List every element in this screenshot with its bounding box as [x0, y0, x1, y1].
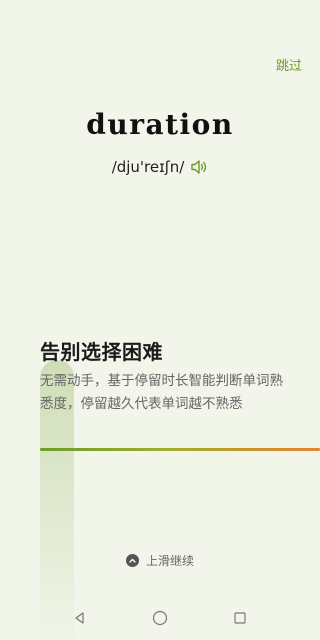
home-icon[interactable]: [148, 606, 172, 630]
chevron-up-icon: [125, 554, 139, 567]
vocabulary-word: duration: [86, 108, 234, 141]
swipe-label: 上滑继续: [145, 554, 194, 568]
skip-button[interactable]: 跳过: [276, 55, 302, 74]
speaker-icon[interactable]: [190, 159, 208, 175]
feature-headline: 告别选择困难: [40, 340, 163, 364]
recents-icon[interactable]: [228, 606, 252, 630]
system-navigation-bar: [0, 596, 320, 640]
phonetic-row: /dju'reɪʃn/: [0, 158, 320, 176]
back-icon[interactable]: [68, 606, 92, 630]
familiarity-gradient-line: [40, 448, 320, 451]
swipe-up-continue[interactable]: 上滑继续: [0, 552, 320, 569]
feature-description: 无需动手，基于停留时长智能判断单词熟悉度，停留越久代表单词越不熟悉: [40, 373, 283, 412]
status-bar: [0, 0, 320, 24]
phonetic-transcription: /dju'reɪʃn/: [111, 158, 185, 176]
